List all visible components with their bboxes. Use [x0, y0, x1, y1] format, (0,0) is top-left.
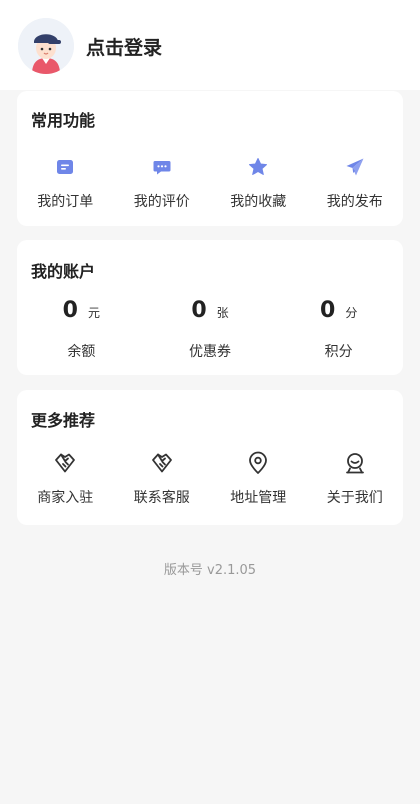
my-posts-label: 我的发布	[326, 194, 383, 210]
about-us-label: 关于我们	[326, 490, 383, 506]
order-icon	[53, 155, 77, 179]
location-icon	[246, 451, 270, 475]
coupons-label: 优惠券	[189, 344, 231, 360]
my-orders-button[interactable]: 我的订单	[17, 155, 114, 211]
account-grid: 0 元 余额 0 张 优惠券 0 分 积分	[17, 298, 403, 361]
coupons-unit: 张	[216, 306, 229, 320]
my-orders-label: 我的订单	[37, 194, 94, 210]
my-favorites-label: 我的收藏	[230, 194, 287, 210]
card-title: 我的账户	[31, 262, 96, 281]
balance-unit: 元	[87, 306, 100, 320]
balance-value: 0	[62, 298, 78, 323]
avatar[interactable]	[18, 18, 74, 74]
my-reviews-label: 我的评价	[133, 194, 190, 210]
points-label: 积分	[324, 344, 353, 360]
my-favorites-button[interactable]: 我的收藏	[210, 155, 307, 211]
send-icon	[343, 155, 367, 179]
version-text: 版本号 v2.1.05	[163, 563, 257, 578]
contact-service-label: 联系客服	[133, 490, 190, 506]
profile-header: 点击登录	[0, 0, 420, 90]
comment-icon	[150, 155, 174, 179]
merchant-join-label: 商家入驻	[37, 490, 94, 506]
common-functions-grid: 我的订单 我的评价 我的收藏 我的发布	[17, 155, 403, 211]
more-recommendations-grid: 商家入驻 联系客服 地址管理 关于我们	[17, 451, 403, 507]
my-posts-button[interactable]: 我的发布	[307, 155, 404, 211]
address-management-button[interactable]: 地址管理	[210, 451, 307, 507]
balance-item[interactable]: 0 元 余额	[17, 298, 146, 361]
contact-service-button[interactable]: 联系客服	[114, 451, 211, 507]
address-management-label: 地址管理	[230, 490, 287, 506]
login-link[interactable]: 点击登录	[86, 33, 162, 60]
more-recommendations-card: 更多推荐 商家入驻 联系客服 地址管理 关于我们	[17, 390, 403, 525]
handshake-icon	[53, 451, 77, 475]
merchant-join-button[interactable]: 商家入驻	[17, 451, 114, 507]
star-icon	[246, 155, 270, 179]
about-us-button[interactable]: 关于我们	[307, 451, 404, 507]
card-title: 更多推荐	[31, 411, 96, 430]
points-unit: 分	[345, 306, 358, 320]
common-functions-card: 常用功能 我的订单 我的评价 我的收藏 我的发布	[17, 91, 403, 226]
my-reviews-button[interactable]: 我的评价	[114, 155, 211, 211]
card-title: 常用功能	[31, 111, 96, 130]
coupons-item[interactable]: 0 张 优惠券	[146, 298, 275, 361]
handshake-icon	[150, 451, 174, 475]
account-card: 我的账户 0 元 余额 0 张 优惠券 0 分 积分	[17, 240, 403, 375]
points-item[interactable]: 0 分 积分	[274, 298, 403, 361]
avatar-illustration-icon	[18, 18, 74, 74]
coupons-value: 0	[191, 298, 207, 323]
points-value: 0	[320, 298, 336, 323]
balance-label: 余额	[67, 344, 96, 360]
about-icon	[343, 451, 367, 475]
